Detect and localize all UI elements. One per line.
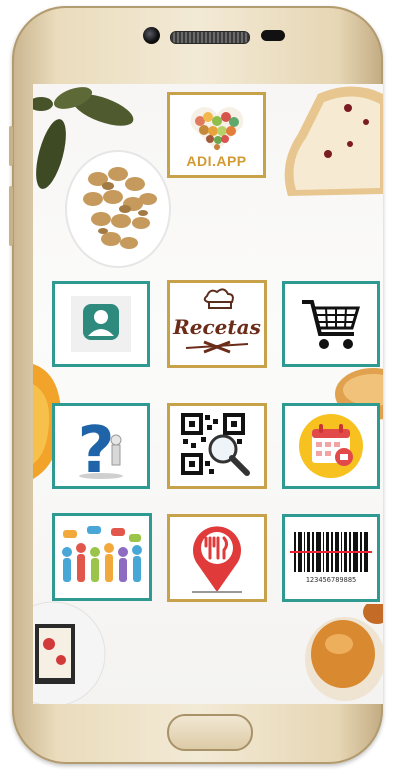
proximity-sensor (261, 30, 285, 41)
home-button[interactable] (167, 714, 253, 751)
earpiece-speaker (170, 31, 250, 44)
qr-search-icon (181, 413, 250, 476)
tile-recipes[interactable]: Recetas (167, 280, 267, 368)
cake-decoration (33, 601, 106, 704)
pastry-decoration (305, 604, 383, 701)
app-logo: ADI.APP (167, 92, 266, 178)
user-profile-icon (71, 296, 131, 352)
heart-food-logo-icon (190, 107, 243, 151)
peanut-bowl-decoration (65, 150, 171, 268)
calendar-icon (299, 414, 363, 478)
shopping-cart-icon (302, 300, 361, 349)
bread-decoration (284, 86, 383, 196)
power-button (9, 186, 13, 246)
volume-button (9, 126, 13, 166)
tile-calendar[interactable] (282, 403, 380, 489)
recipes-logo-icon: Recetas (172, 288, 261, 354)
tile-restaurants[interactable] (167, 514, 267, 602)
tile-community[interactable] (52, 513, 152, 601)
barcode-scanner-icon: 123456789885 (290, 532, 372, 584)
tile-help[interactable]: ? (52, 403, 150, 489)
restaurant-location-icon (192, 526, 242, 593)
help-question-mark: ? (77, 414, 114, 482)
tile-barcode-scanner[interactable]: 123456789885 (282, 514, 380, 602)
community-people-icon (62, 526, 142, 582)
app-logo-text: ADI.APP (186, 153, 247, 169)
question-help-icon: ? (77, 414, 123, 482)
recipes-label: Recetas (172, 315, 261, 339)
tile-shopping-cart[interactable] (282, 281, 380, 367)
tile-qr-search[interactable] (167, 403, 267, 489)
tile-profile[interactable] (52, 281, 150, 367)
barcode-number: 123456789885 (306, 576, 357, 584)
front-camera (143, 27, 160, 44)
app-screen: ADI.APP Recetas ? 123456789885 (33, 84, 383, 704)
